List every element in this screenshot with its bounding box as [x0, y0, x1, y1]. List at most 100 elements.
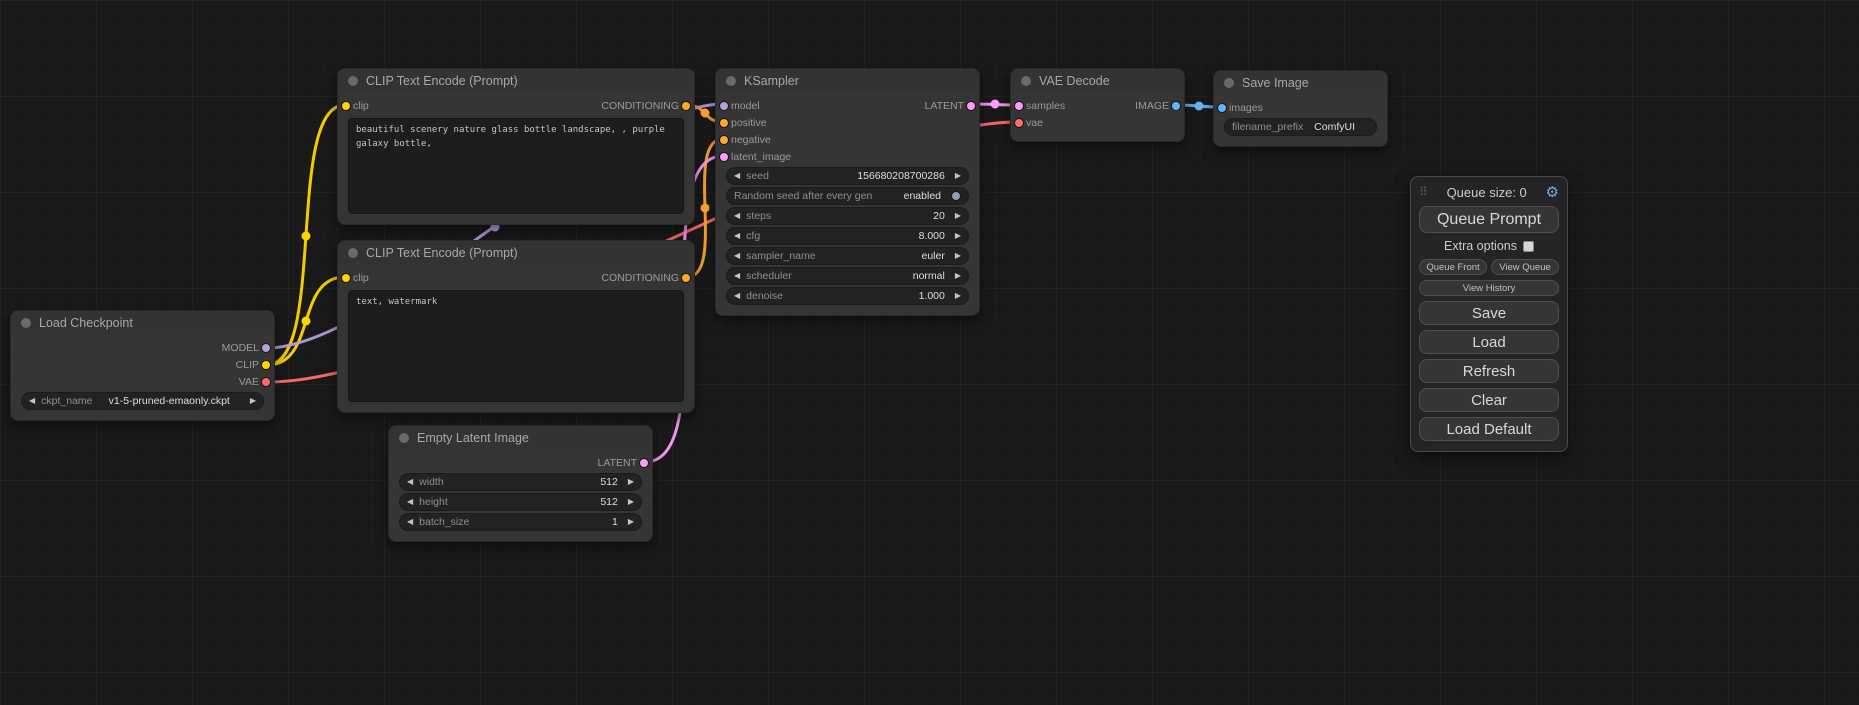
- node-title-bar[interactable]: Save Image: [1214, 71, 1387, 95]
- vae-input-port[interactable]: [1014, 118, 1024, 128]
- decrement-arrow-icon[interactable]: ◀: [734, 212, 740, 220]
- positive-input-port[interactable]: [719, 118, 729, 128]
- widget-value: v1-5-pruned-emaonly.ckpt: [109, 395, 230, 407]
- node-title-bar[interactable]: Empty Latent Image: [389, 426, 652, 450]
- clip-input-port[interactable]: [341, 273, 351, 283]
- widget-scheduler[interactable]: ◀ scheduler normal ▶: [726, 267, 969, 285]
- collapse-dot[interactable]: [399, 433, 409, 443]
- increment-arrow-icon[interactable]: ▶: [955, 172, 961, 180]
- increment-arrow-icon[interactable]: ▶: [955, 212, 961, 220]
- widget-value: 1.000: [919, 290, 945, 302]
- collapse-dot[interactable]: [348, 76, 358, 86]
- decrement-arrow-icon[interactable]: ◀: [734, 232, 740, 240]
- node-title-bar[interactable]: KSampler: [716, 69, 979, 93]
- clear-button[interactable]: Clear: [1419, 388, 1559, 412]
- decrement-arrow-icon[interactable]: ◀: [734, 272, 740, 280]
- samples-input-port[interactable]: [1014, 101, 1024, 111]
- node-clip-text-encode-positive[interactable]: CLIP Text Encode (Prompt) clip CONDITION…: [337, 68, 695, 225]
- node-title-bar[interactable]: VAE Decode: [1011, 69, 1184, 93]
- node-load-checkpoint[interactable]: Load Checkpoint MODEL CLIP VAE ◀ ckpt_na…: [10, 310, 275, 421]
- latent-output-port[interactable]: [966, 101, 976, 111]
- images-input-port[interactable]: [1217, 103, 1227, 113]
- widget-value: 156680208700286: [857, 170, 945, 182]
- conditioning-output-port[interactable]: [681, 273, 691, 283]
- node-title-label: Empty Latent Image: [417, 431, 529, 445]
- widget-value: ComfyUI: [1314, 121, 1355, 133]
- increment-arrow-icon[interactable]: ▶: [628, 498, 634, 506]
- collapse-dot[interactable]: [348, 248, 358, 258]
- negative-input-port[interactable]: [719, 135, 729, 145]
- extra-options-checkbox[interactable]: [1523, 241, 1534, 252]
- increment-arrow-icon[interactable]: ▶: [955, 292, 961, 300]
- widget-height[interactable]: ◀ height 512 ▶: [399, 493, 642, 511]
- slot-label: images: [1229, 102, 1263, 114]
- increment-arrow-icon[interactable]: ▶: [955, 232, 961, 240]
- slot-label: CLIP: [236, 359, 259, 371]
- node-title-bar[interactable]: CLIP Text Encode (Prompt): [338, 241, 694, 265]
- widget-denoise[interactable]: ◀ denoise 1.000 ▶: [726, 287, 969, 305]
- collapse-dot[interactable]: [726, 76, 736, 86]
- vae-output-port[interactable]: [261, 377, 271, 387]
- collapse-dot[interactable]: [1224, 78, 1234, 88]
- drag-handle-icon[interactable]: ⠿: [1419, 185, 1428, 199]
- increment-arrow-icon[interactable]: ▶: [955, 272, 961, 280]
- view-history-button[interactable]: View History: [1419, 280, 1559, 296]
- increment-arrow-icon[interactable]: ▶: [628, 478, 634, 486]
- widget-width[interactable]: ◀ width 512 ▶: [399, 473, 642, 491]
- widget-label: batch_size: [419, 516, 606, 528]
- clip-input-port[interactable]: [341, 101, 351, 111]
- node-save-image[interactable]: Save Image images filename_prefix ComfyU…: [1213, 70, 1388, 147]
- queue-front-button[interactable]: Queue Front: [1419, 259, 1487, 275]
- node-title-bar[interactable]: Load Checkpoint: [11, 311, 274, 335]
- decrement-arrow-icon[interactable]: ◀: [29, 397, 35, 405]
- widget-seed[interactable]: ◀ seed 156680208700286 ▶: [726, 167, 969, 185]
- decrement-arrow-icon[interactable]: ◀: [734, 252, 740, 260]
- node-vae-decode[interactable]: VAE Decode samples IMAGE vae: [1010, 68, 1185, 142]
- prompt-textarea[interactable]: text, watermark: [348, 290, 684, 402]
- widget-cfg[interactable]: ◀ cfg 8.000 ▶: [726, 227, 969, 245]
- node-clip-text-encode-negative[interactable]: CLIP Text Encode (Prompt) clip CONDITION…: [337, 240, 695, 413]
- decrement-arrow-icon[interactable]: ◀: [407, 518, 413, 526]
- latent-image-input-port[interactable]: [719, 152, 729, 162]
- prompt-textarea[interactable]: beautiful scenery nature glass bottle la…: [348, 118, 684, 214]
- conditioning-output-port[interactable]: [681, 101, 691, 111]
- node-title-bar[interactable]: CLIP Text Encode (Prompt): [338, 69, 694, 93]
- increment-arrow-icon[interactable]: ▶: [628, 518, 634, 526]
- increment-arrow-icon[interactable]: ▶: [955, 252, 961, 260]
- image-output-port[interactable]: [1171, 101, 1181, 111]
- decrement-arrow-icon[interactable]: ◀: [407, 478, 413, 486]
- clip-output-port[interactable]: [261, 360, 271, 370]
- collapse-dot[interactable]: [1021, 76, 1031, 86]
- load-button[interactable]: Load: [1419, 330, 1559, 354]
- widget-random-seed-toggle[interactable]: Random seed after every gen enabled: [726, 187, 969, 205]
- slot-label: clip: [353, 100, 369, 112]
- queue-prompt-button[interactable]: Queue Prompt: [1419, 206, 1559, 233]
- view-queue-button[interactable]: View Queue: [1491, 259, 1559, 275]
- widget-ckpt-name[interactable]: ◀ ckpt_name v1-5-pruned-emaonly.ckpt ▶: [21, 392, 264, 410]
- model-output-port[interactable]: [261, 343, 271, 353]
- collapse-dot[interactable]: [21, 318, 31, 328]
- model-input-port[interactable]: [719, 101, 729, 111]
- widget-filename-prefix[interactable]: filename_prefix ComfyUI: [1224, 118, 1377, 136]
- widget-value: 1: [612, 516, 618, 528]
- link-midpoint-dot: [701, 109, 710, 118]
- extra-options-label: Extra options: [1444, 239, 1517, 253]
- decrement-arrow-icon[interactable]: ◀: [734, 292, 740, 300]
- widget-sampler-name[interactable]: ◀ sampler_name euler ▶: [726, 247, 969, 265]
- node-empty-latent-image[interactable]: Empty Latent Image LATENT ◀ width 512 ▶ …: [388, 425, 653, 542]
- refresh-button[interactable]: Refresh: [1419, 359, 1559, 383]
- node-title-label: VAE Decode: [1039, 74, 1110, 88]
- node-ksampler[interactable]: KSampler model LATENT positive negative …: [715, 68, 980, 316]
- latent-output-port[interactable]: [639, 458, 649, 468]
- settings-gear-icon[interactable]: ⚙: [1546, 183, 1559, 201]
- increment-arrow-icon[interactable]: ▶: [250, 397, 256, 405]
- save-button[interactable]: Save: [1419, 301, 1559, 325]
- node-body: clip CONDITIONING beautiful scenery natu…: [338, 93, 694, 224]
- widget-batch-size[interactable]: ◀ batch_size 1 ▶: [399, 513, 642, 531]
- widget-steps[interactable]: ◀ steps 20 ▶: [726, 207, 969, 225]
- decrement-arrow-icon[interactable]: ◀: [734, 172, 740, 180]
- load-default-button[interactable]: Load Default: [1419, 417, 1559, 441]
- graph-canvas[interactable]: { "icons": { "arrow_left": "◀", "arrow_r…: [0, 0, 1859, 705]
- toggle-dot-icon[interactable]: [951, 191, 961, 201]
- decrement-arrow-icon[interactable]: ◀: [407, 498, 413, 506]
